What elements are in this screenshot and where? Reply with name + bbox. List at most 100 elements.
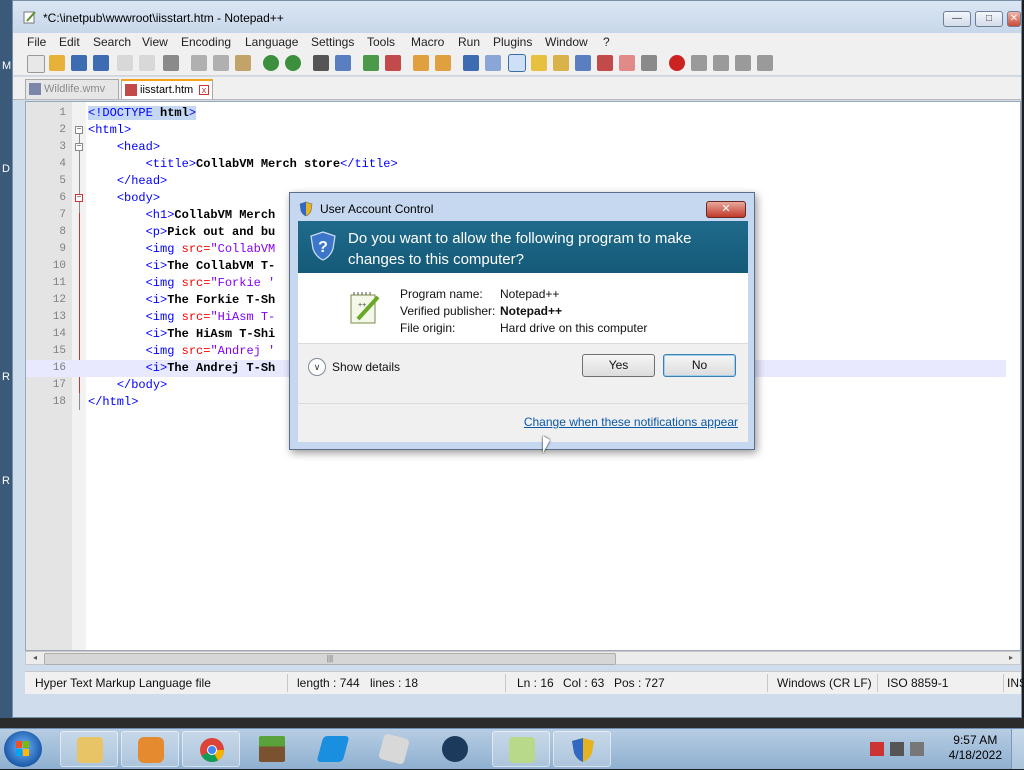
taskbar-steam[interactable] — [426, 731, 484, 767]
folder-icon — [77, 737, 103, 763]
network-icon[interactable] — [890, 742, 904, 756]
taskbar-media-player[interactable] — [121, 731, 179, 767]
menu-macro[interactable]: Macro — [411, 35, 444, 49]
show-details-toggle[interactable]: Show details — [332, 360, 400, 374]
find-icon[interactable] — [313, 55, 329, 71]
line-number: 16 — [52, 362, 66, 374]
indent-guide-icon[interactable] — [508, 54, 526, 72]
undo-icon[interactable] — [263, 55, 279, 71]
clock[interactable]: 9:57 AM 4/18/2022 — [949, 733, 1002, 763]
close-button[interactable]: ✕ — [1007, 11, 1021, 27]
save-icon[interactable] — [71, 55, 87, 71]
menu-language[interactable]: Language — [245, 35, 298, 49]
menu-encoding[interactable]: Encoding — [181, 35, 231, 49]
uac-actions: ∨ Show details Yes No — [298, 343, 748, 404]
doc-map-icon[interactable] — [553, 55, 569, 71]
code-line[interactable]: 3 − <head> — [26, 139, 1006, 156]
steam-icon — [442, 736, 468, 762]
zoom-out-icon[interactable] — [385, 55, 401, 71]
tab-wildlife[interactable]: Wildlife.wmv — [25, 79, 119, 99]
sync-horizontal-icon[interactable] — [435, 55, 451, 71]
close-tab-icon[interactable]: x — [199, 85, 209, 95]
save-all-icon[interactable] — [93, 55, 109, 71]
title-bar[interactable]: *C:\inetpub\wwwroot\iisstart.htm - Notep… — [13, 1, 1021, 33]
uac-close-button[interactable]: ✕ — [706, 201, 746, 218]
volume-icon[interactable] — [910, 742, 924, 756]
svg-text:?: ? — [318, 239, 328, 256]
menu-file[interactable]: File — [27, 35, 46, 49]
menu-help[interactable]: ? — [603, 35, 610, 49]
yes-button[interactable]: Yes — [582, 354, 655, 377]
new-file-icon[interactable] — [27, 55, 45, 73]
action-center-icon[interactable] — [870, 742, 884, 756]
close-all-icon[interactable] — [139, 55, 155, 71]
minimize-button[interactable]: — — [943, 11, 971, 27]
folder-as-workspace-icon[interactable] — [597, 55, 613, 71]
mouse-cursor — [543, 436, 550, 453]
menu-window[interactable]: Window — [545, 35, 588, 49]
menu-plugins[interactable]: Plugins — [493, 35, 532, 49]
fold-toggle-icon[interactable]: − — [75, 126, 83, 134]
close-file-icon[interactable] — [117, 55, 133, 71]
code-line[interactable]: 4 <title>CollabVM Merch store</title> — [26, 156, 1006, 173]
play-macro-icon[interactable] — [713, 55, 729, 71]
menu-run[interactable]: Run — [458, 35, 480, 49]
taskbar-minecraft[interactable] — [243, 731, 301, 767]
scroll-right-icon[interactable]: ▸ — [1004, 652, 1018, 664]
udl-icon[interactable] — [531, 55, 547, 71]
code-text: <h1>CollabVM Merch — [145, 208, 276, 222]
file-origin-label: File origin: — [400, 321, 456, 335]
show-desktop-button[interactable] — [1011, 729, 1024, 769]
maximize-button[interactable]: □ — [975, 11, 1003, 27]
monitoring-icon[interactable] — [619, 55, 635, 71]
status-divider — [1003, 674, 1004, 692]
scroll-left-icon[interactable]: ◂ — [28, 652, 42, 664]
menu-settings[interactable]: Settings — [311, 35, 354, 49]
taskbar-uac[interactable] — [553, 731, 611, 767]
desktop-label: R — [2, 371, 10, 383]
show-all-chars-icon[interactable] — [485, 55, 501, 71]
run-macro-multiple-icon[interactable] — [735, 55, 751, 71]
function-list-icon[interactable] — [575, 55, 591, 71]
open-file-icon[interactable] — [49, 55, 65, 71]
replace-icon[interactable] — [335, 55, 351, 71]
menu-view[interactable]: View — [142, 35, 168, 49]
notification-settings-link[interactable]: Change when these notifications appear — [524, 415, 738, 429]
status-divider — [505, 674, 506, 692]
menu-edit[interactable]: Edit — [59, 35, 80, 49]
fold-toggle-icon[interactable]: − — [75, 194, 83, 202]
save-macro-icon[interactable] — [757, 55, 773, 71]
scrollbar-thumb[interactable]: ||| — [44, 653, 616, 665]
toolbar — [13, 51, 1021, 76]
word-wrap-icon[interactable] — [463, 55, 479, 71]
sync-vertical-icon[interactable] — [413, 55, 429, 71]
taskbar-chrome[interactable] — [182, 731, 240, 767]
zoom-in-icon[interactable] — [363, 55, 379, 71]
copy-icon[interactable] — [213, 55, 229, 71]
taskbar-roblox[interactable] — [365, 731, 423, 767]
chevron-down-icon[interactable]: ∨ — [308, 358, 326, 376]
taskbar-notepadpp[interactable] — [492, 731, 550, 767]
print-icon[interactable] — [163, 55, 179, 71]
code-text: <img src="HiAsm T- — [145, 310, 276, 324]
stop-macro-icon[interactable] — [691, 55, 707, 71]
no-button[interactable]: No — [663, 354, 736, 377]
eye-icon[interactable] — [641, 55, 657, 71]
taskbar-roblox-studio[interactable] — [304, 731, 362, 767]
cut-icon[interactable] — [191, 55, 207, 71]
clock-date: 4/18/2022 — [948, 748, 1002, 762]
record-macro-icon[interactable] — [669, 55, 685, 71]
line-number: 6 — [59, 192, 66, 204]
redo-icon[interactable] — [285, 55, 301, 71]
fold-toggle-icon[interactable]: − — [75, 143, 83, 151]
paste-icon[interactable] — [235, 55, 251, 71]
taskbar-explorer[interactable] — [60, 731, 118, 767]
code-line[interactable]: 5 </head> — [26, 173, 1006, 190]
code-line[interactable]: 2 − <html> — [26, 122, 1006, 139]
menu-tools[interactable]: Tools — [367, 35, 395, 49]
menu-search[interactable]: Search — [93, 35, 131, 49]
horizontal-scrollbar[interactable]: ◂ ||| ▸ — [25, 651, 1021, 665]
code-line[interactable]: 1 <!DOCTYPE html> — [26, 105, 1006, 122]
start-button[interactable] — [4, 731, 42, 767]
tab-iisstart[interactable]: iisstart.htm x — [121, 79, 213, 99]
